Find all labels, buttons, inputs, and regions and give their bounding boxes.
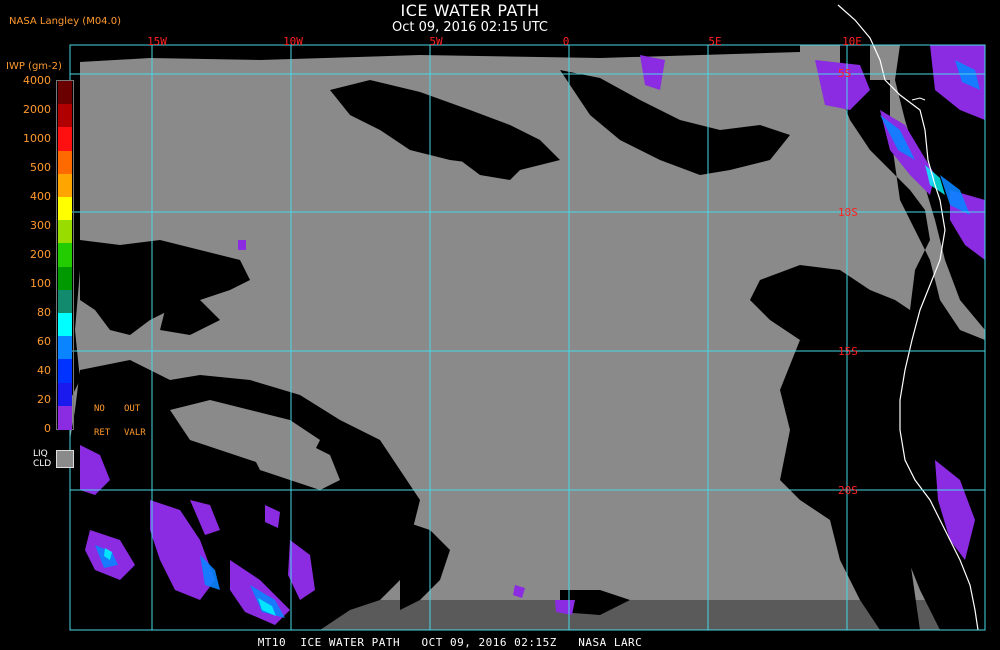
legend-tick: 40 <box>37 364 51 377</box>
liquid-cloud-label: LIQ CLD <box>33 449 51 469</box>
lat-label-15s: 15S <box>838 345 858 358</box>
legend-color-swatch <box>58 359 72 384</box>
legend-tick: 0 <box>44 422 51 435</box>
lon-label-10w: 10W <box>283 35 303 48</box>
no-ret-label-2: RET <box>94 428 111 438</box>
legend-colorbar <box>56 80 74 430</box>
legend-tick: 20 <box>37 393 51 406</box>
legend-tick: 1000 <box>23 132 51 145</box>
footer-caption: MT10 ICE WATER PATH OCT 09, 2016 02:15Z … <box>257 636 643 649</box>
legend-color-swatch <box>58 197 72 221</box>
legend-color-swatch <box>58 336 72 361</box>
map-title: ICE WATER PATH <box>400 1 540 20</box>
legend-color-swatch <box>58 150 72 175</box>
lon-label-5e: 5E <box>708 35 722 48</box>
legend-tick: 500 <box>30 161 51 174</box>
legend-tick: 4000 <box>23 74 51 87</box>
legend-color-swatch <box>58 289 72 314</box>
lon-label-0: 0 <box>562 35 570 48</box>
legend-color-swatch <box>58 104 72 129</box>
legend-color-swatch <box>58 81 72 105</box>
legend-color-swatch <box>58 220 72 245</box>
lon-label-10e: 10E <box>842 35 862 48</box>
legend-tick: 100 <box>30 277 51 290</box>
out-valr-label-1: OUT <box>124 404 141 414</box>
legend-tick: 2000 <box>23 103 51 116</box>
lon-label-5w: 5W <box>429 35 443 48</box>
legend-color-swatch <box>58 266 72 291</box>
legend-color-swatch <box>58 243 72 268</box>
legend-tick: 200 <box>30 248 51 261</box>
map-timestamp: Oct 09, 2016 02:15 UTC <box>392 20 548 35</box>
legend-color-swatch <box>58 405 72 430</box>
legend-tick: 400 <box>30 190 51 203</box>
map-panel <box>69 4 986 631</box>
provider-label: NASA Langley (M04.0) <box>9 16 121 27</box>
out-valr-label-2: VALR <box>124 428 146 438</box>
no-ret-label-1: NO <box>94 404 105 414</box>
lat-label-20s: 20S <box>838 484 858 497</box>
lat-label-5s: 5S <box>838 67 852 80</box>
legend-tick: 80 <box>37 306 51 319</box>
legend-color-swatch <box>58 382 72 407</box>
legend-tick: 300 <box>30 219 51 232</box>
liquid-cloud-swatch <box>56 450 74 468</box>
lat-label-10s: 10S <box>838 206 858 219</box>
legend-color-swatch <box>58 313 72 337</box>
legend-unit-label: IWP (gm-2) <box>6 61 62 72</box>
legend-tick: 60 <box>37 335 51 348</box>
liquid-cloud-label-line1: LIQ <box>33 449 48 459</box>
legend-color-swatch <box>58 173 72 198</box>
lon-label-15w: 15W <box>147 35 167 48</box>
legend-color-swatch <box>58 127 72 152</box>
liquid-cloud-label-line2: CLD <box>33 459 52 469</box>
